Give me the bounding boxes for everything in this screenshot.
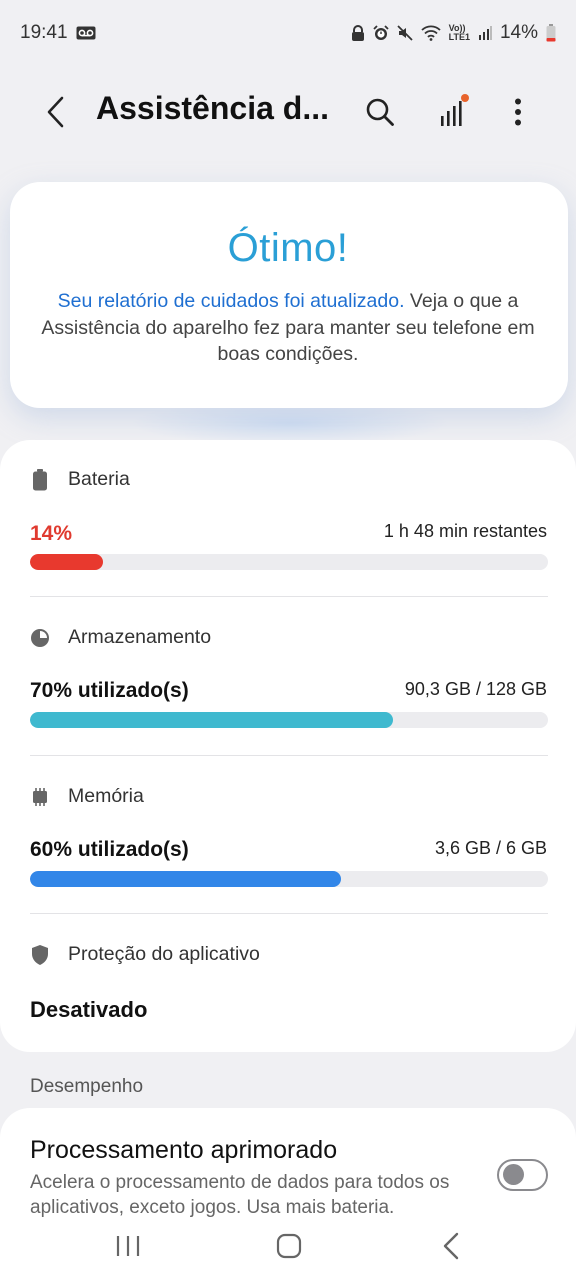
app-bar: Assistência d... [0,72,576,152]
nav-back-button[interactable] [421,1226,481,1266]
search-icon [366,98,394,126]
care-report-link[interactable]: Seu relatório de cuidados foi atualizado… [58,290,405,312]
app-protection-status: Desativado [30,997,148,1022]
alarm-icon [372,25,389,41]
memory-header[interactable]: Memória [30,785,144,808]
back-icon [443,1232,459,1260]
page-title: Assistência d... [96,90,329,126]
toggle-knob [503,1164,524,1185]
pie-chart-icon [30,627,50,649]
recents-button[interactable] [98,1226,158,1266]
chevron-left-icon [47,96,64,128]
lock-icon [351,25,365,41]
memory-progress-track [30,871,548,887]
enhanced-processing-title[interactable]: Processamento aprimorado [30,1136,337,1165]
performance-section-title: Desempenho [30,1076,144,1097]
storage-progress-fill [30,712,393,728]
battery-percent: 14% [499,22,538,43]
battery-level: 14% [30,522,73,545]
divider [30,596,548,597]
more-vert-icon [515,98,521,126]
app-protection-label: Proteção do aplicativo [68,943,260,965]
divider [30,913,548,914]
status-left: 19:41 [20,22,96,44]
battery-progress-track [30,554,548,570]
signal-icon [478,26,492,40]
battery-header[interactable]: Bateria [30,468,130,491]
navigation-bar [0,1214,576,1280]
voicemail-icon [76,26,96,40]
status-description: Seu relatório de cuidados foi atualizado… [30,288,546,368]
memory-progress-fill [30,871,341,887]
home-button[interactable] [259,1226,319,1266]
memory-detail: 3,6 GB / 6 GB [434,838,547,858]
enhanced-processing-description: Acelera o processamento de dados para to… [30,1172,450,1218]
battery-remaining: 1 h 48 min restantes [383,521,547,541]
notification-dot [461,94,469,102]
status-title: Ótimo! [227,226,349,270]
storage-label: Armazenamento [68,626,212,648]
memory-chip-icon [30,786,50,808]
signal-bars-icon [441,94,469,126]
status-time: 19:41 [20,22,68,43]
divider [30,755,548,756]
search-button[interactable] [358,90,402,134]
battery-label: Bateria [68,468,130,490]
storage-usage: 70% utilizado(s) [30,679,189,702]
battery-icon [30,468,50,491]
enhanced-processing-toggle[interactable] [497,1159,548,1191]
memory-usage: 60% utilizado(s) [30,838,189,861]
diagnostics-button[interactable] [428,88,476,136]
battery-progress-fill [30,554,103,570]
back-button[interactable] [36,92,76,132]
storage-detail: 90,3 GB / 128 GB [404,679,547,699]
app-protection-header[interactable]: Proteção do aplicativo [30,943,260,966]
status-bar: 19:41 Vo)) LTE1 14% [0,0,576,66]
status-right: Vo)) LTE1 14% [351,22,556,44]
shield-icon [30,944,50,966]
volte-icon: Vo)) LTE1 [448,23,470,42]
storage-progress-track [30,712,548,728]
recents-icon [116,1236,140,1256]
battery-icon [546,24,556,42]
memory-label: Memória [68,785,144,807]
home-icon [276,1233,302,1259]
mute-icon [396,25,413,41]
more-options-button[interactable] [498,90,538,134]
wifi-icon [421,25,441,41]
storage-header[interactable]: Armazenamento [30,626,211,649]
